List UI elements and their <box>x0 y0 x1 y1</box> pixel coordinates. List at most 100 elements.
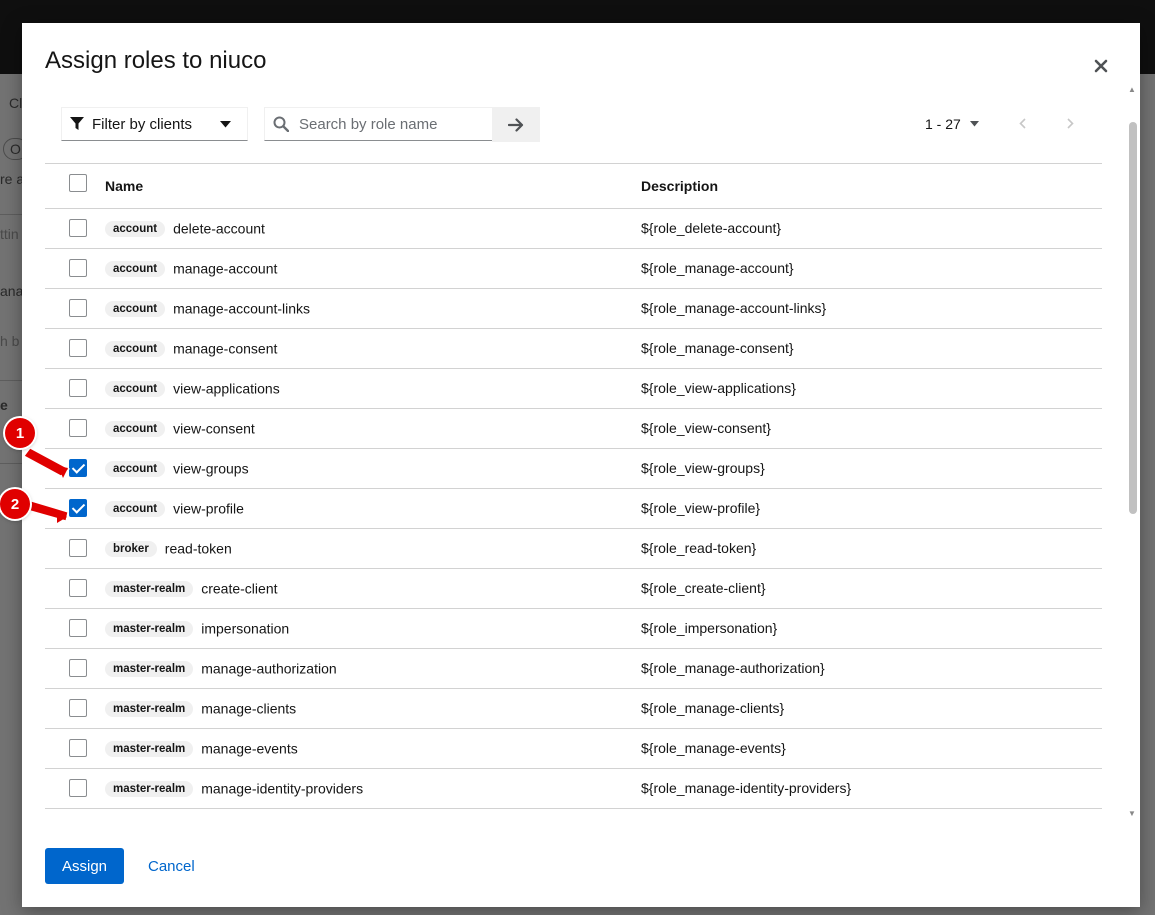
role-description: ${role_view-consent} <box>641 420 771 436</box>
scroll-down-arrow[interactable]: ▼ <box>1128 809 1136 818</box>
search-icon <box>273 116 289 132</box>
row-checkbox[interactable] <box>69 339 87 357</box>
pagination-range: 1 - 27 <box>925 116 961 132</box>
role-name: manage-consent <box>173 340 278 357</box>
client-badge: master-realm <box>105 700 194 717</box>
assign-roles-modal: Assign roles to niuco Filter by clients … <box>22 23 1140 907</box>
table-row: account view-profile ${role_view-profile} <box>45 488 1102 528</box>
client-badge: account <box>105 420 166 437</box>
role-name: view-consent <box>173 420 255 437</box>
client-badge: master-realm <box>105 780 194 797</box>
cancel-button[interactable]: Cancel <box>140 848 203 884</box>
table-row: master-realm create-client ${role_create-c… <box>45 568 1102 608</box>
row-checkbox[interactable] <box>69 379 87 397</box>
table-row: account manage-account ${role_manage-accou… <box>45 248 1102 288</box>
row-checkbox[interactable] <box>69 219 87 237</box>
client-badge: account <box>105 500 166 517</box>
pagination-prev-button[interactable] <box>1012 113 1032 133</box>
filter-label: Filter by clients <box>92 115 193 133</box>
table-row: account manage-account-links ${role_manage… <box>45 288 1102 328</box>
row-checkbox[interactable] <box>69 779 87 797</box>
table-row: broker read-token ${role_read-token} <box>45 528 1102 568</box>
assign-button[interactable]: Assign <box>45 848 124 884</box>
role-name: view-profile <box>173 500 244 517</box>
chevron-left-icon <box>1018 117 1026 129</box>
table-row: master-realm manage-events ${role_manage-e… <box>45 728 1102 768</box>
table-row: master-realm manage-clients ${role_manage-… <box>45 688 1102 728</box>
row-checkbox[interactable] <box>69 619 87 637</box>
close-icon <box>1094 59 1108 73</box>
background-text: ana <box>0 283 22 299</box>
search-input[interactable] <box>297 114 491 134</box>
client-badge: account <box>105 220 166 237</box>
role-description: ${role_view-profile} <box>641 500 761 516</box>
search-submit-button[interactable] <box>492 107 540 142</box>
role-description: ${role_manage-account} <box>641 260 794 276</box>
column-header-description: Description <box>641 177 719 194</box>
role-name: manage-events <box>201 740 298 757</box>
role-description: ${role_manage-identity-providers} <box>641 780 852 796</box>
background-divider <box>0 214 22 215</box>
background-text: Cl <box>9 95 22 111</box>
role-description: ${role_manage-consent} <box>641 340 794 356</box>
role-name: manage-authorization <box>201 660 337 677</box>
table-row: account view-consent ${role_view-consent} <box>45 408 1102 448</box>
column-header-name: Name <box>105 177 144 194</box>
row-checkbox[interactable] <box>69 699 87 717</box>
client-badge: account <box>105 460 166 477</box>
role-description: ${role_manage-clients} <box>641 700 785 716</box>
role-description: ${role_manage-authorization} <box>641 660 825 676</box>
table-header-row: Name Description <box>45 164 1102 208</box>
scrollbar-thumb[interactable] <box>1129 122 1137 514</box>
annotation-marker: 1 <box>5 418 35 448</box>
filter-icon <box>70 117 84 130</box>
client-badge: account <box>105 300 166 317</box>
role-name: manage-identity-providers <box>201 780 364 797</box>
caret-down-icon <box>969 121 979 127</box>
role-name: read-token <box>164 540 232 557</box>
row-checkbox[interactable] <box>69 259 87 277</box>
row-checkbox[interactable] <box>69 579 87 597</box>
client-badge: account <box>105 260 166 277</box>
role-description: ${role_manage-events} <box>641 740 786 756</box>
row-checkbox[interactable] <box>69 539 87 557</box>
background-text: h b <box>0 333 20 349</box>
role-description: ${role_read-token} <box>641 540 757 556</box>
role-name: impersonation <box>201 620 290 637</box>
table-row: account view-groups ${role_view-groups} <box>45 448 1102 488</box>
client-badge: master-realm <box>105 580 194 597</box>
row-checkbox[interactable] <box>69 499 87 517</box>
client-badge: master-realm <box>105 660 194 677</box>
row-checkbox[interactable] <box>69 739 87 757</box>
client-badge: account <box>105 340 166 357</box>
row-checkbox[interactable] <box>69 459 87 477</box>
client-badge: account <box>105 380 166 397</box>
search-field <box>264 107 492 141</box>
role-description: ${role_view-groups} <box>641 460 765 476</box>
background-text: ttin <box>0 226 19 242</box>
role-name: manage-account-links <box>173 300 311 317</box>
scroll-up-arrow[interactable]: ▲ <box>1128 85 1136 94</box>
role-description: ${role_manage-account-links} <box>641 300 827 316</box>
close-button[interactable] <box>1088 53 1114 79</box>
pagination-range-toggle[interactable]: 1 - 27 <box>925 116 979 132</box>
row-checkbox[interactable] <box>69 419 87 437</box>
background-text: e <box>0 397 8 413</box>
role-name: view-applications <box>173 380 280 397</box>
role-name: view-groups <box>173 460 249 477</box>
table-row: master-realm impersonation ${role_imperson… <box>45 608 1102 648</box>
background-text: O <box>0 138 22 160</box>
row-checkbox[interactable] <box>69 299 87 317</box>
roles-table: Name Description account delete-account ${… <box>45 163 1102 824</box>
role-name: delete-account <box>173 220 265 237</box>
annotation-marker: 2 <box>0 489 30 519</box>
pagination-next-button[interactable] <box>1060 113 1080 133</box>
arrow-right-icon <box>508 117 524 132</box>
row-checkbox[interactable] <box>69 659 87 677</box>
filter-dropdown[interactable]: Filter by clients <box>61 107 248 141</box>
chevron-right-icon <box>1066 117 1074 129</box>
background-divider <box>0 463 22 464</box>
select-all-checkbox[interactable] <box>69 173 87 192</box>
role-description: ${role_impersonation} <box>641 620 778 636</box>
client-badge: broker <box>105 540 157 557</box>
